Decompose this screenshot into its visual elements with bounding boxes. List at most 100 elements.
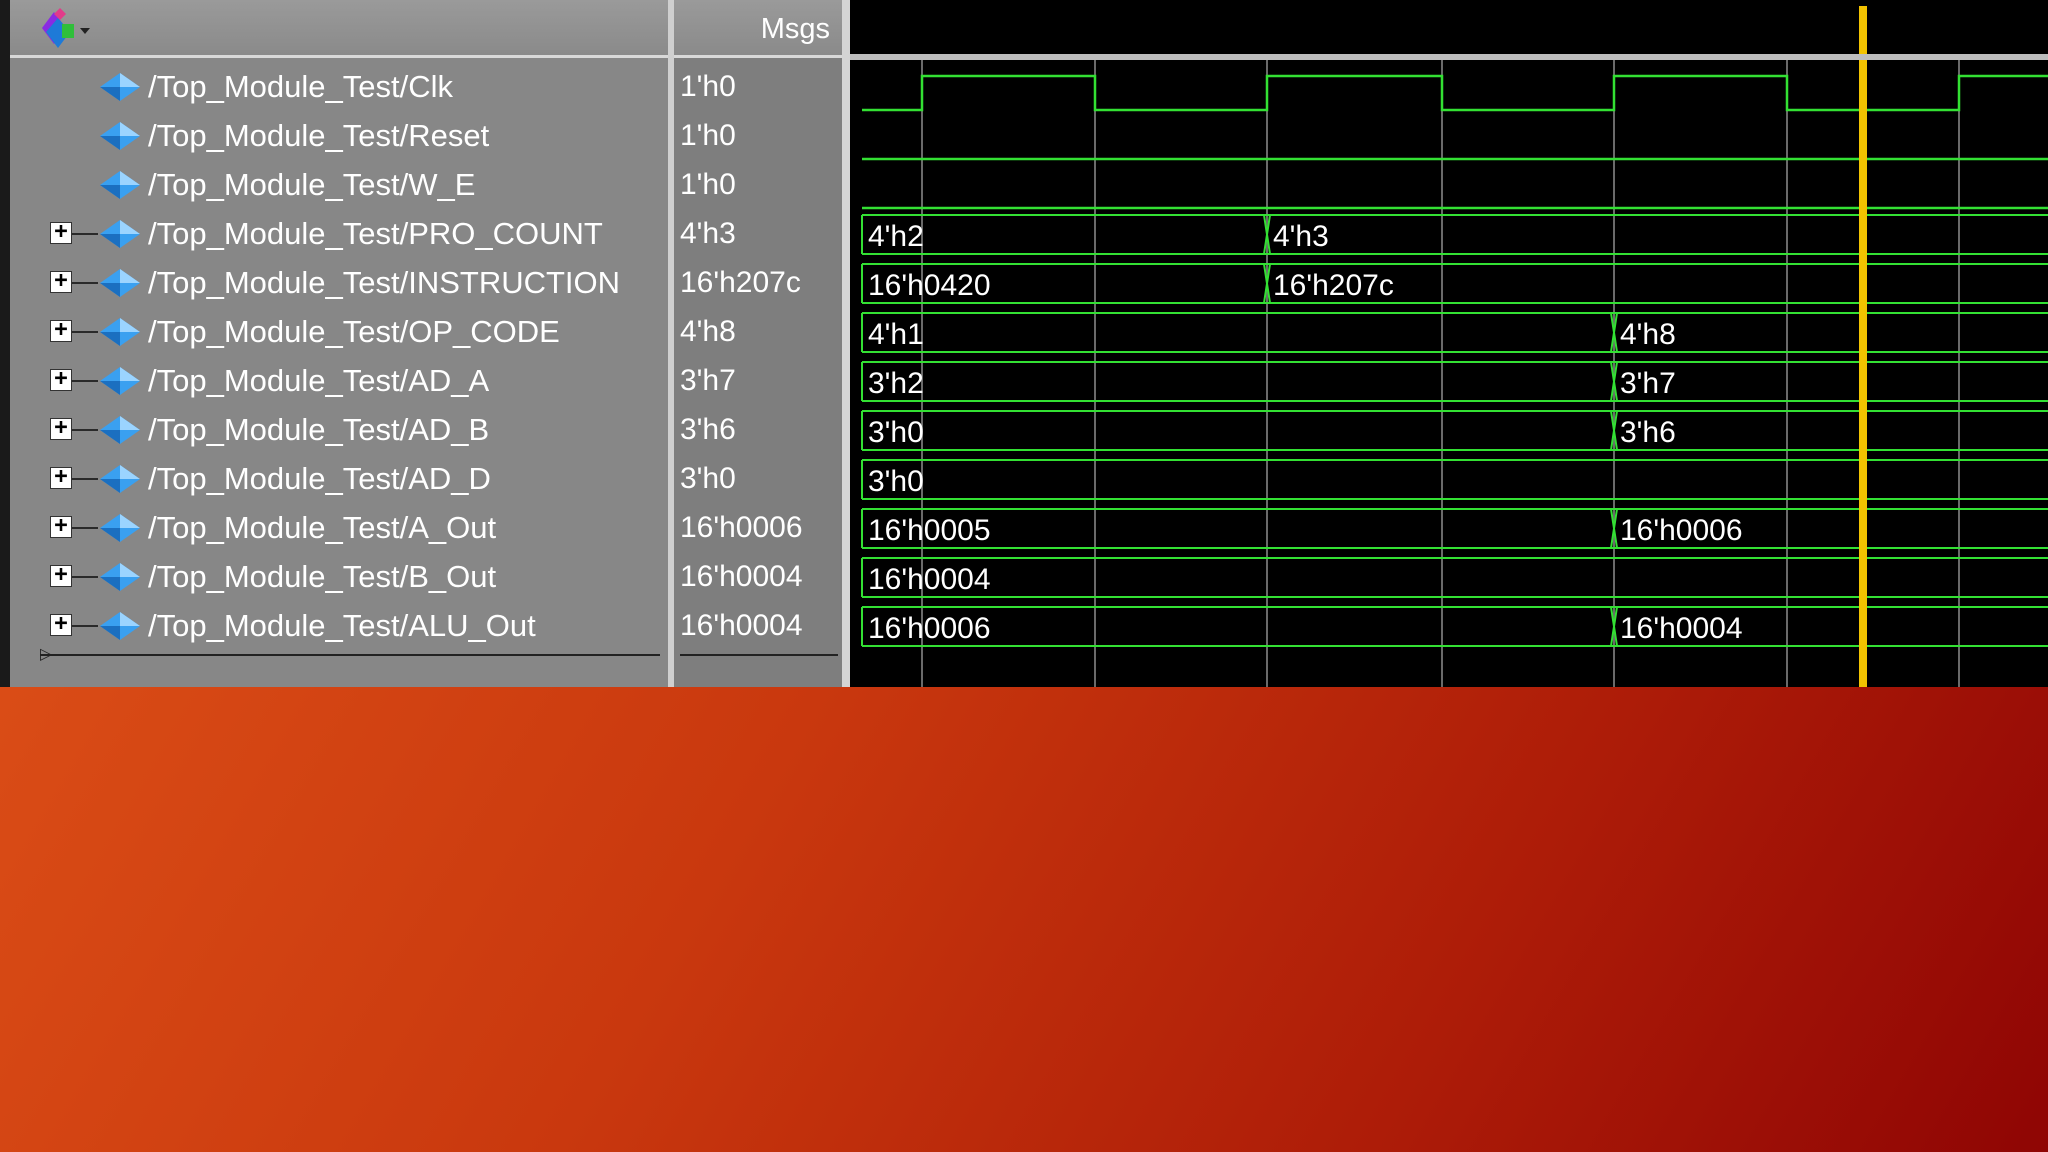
wave-header-divider bbox=[850, 54, 2048, 60]
time-cursor bbox=[1859, 6, 1867, 687]
tree-connector bbox=[72, 331, 98, 333]
signal-name: /Top_Module_Test/B_Out bbox=[148, 559, 497, 594]
bus-value-label: 16'h0004 bbox=[868, 563, 991, 596]
signal-value: 1'h0 bbox=[680, 70, 736, 103]
value-list: 1'h0 1'h0 1'h0 4'h3 16'h207c 4'h8 3'h7 3'h6 3'h0… bbox=[674, 62, 842, 650]
signal-row[interactable]: /Top_Module_Test/W_E bbox=[10, 160, 668, 209]
signal-value: 4'h8 bbox=[680, 315, 736, 348]
insertion-marker-icon: ▷ bbox=[40, 646, 53, 663]
bus-value-label: 3'h0 bbox=[868, 416, 924, 449]
bus-value-label: 16'h0005 bbox=[868, 514, 991, 547]
expand-plus-icon[interactable]: + bbox=[50, 417, 72, 440]
signal-row[interactable]: + /Top_Module_Test/B_Out bbox=[10, 552, 668, 601]
signal-diamond-icon bbox=[100, 465, 140, 493]
signal-value: 4'h3 bbox=[680, 217, 736, 250]
signal-name: /Top_Module_Test/A_Out bbox=[148, 510, 497, 545]
bus-value-label: 3'h0 bbox=[868, 465, 924, 498]
signal-value: 1'h0 bbox=[680, 168, 736, 201]
tree-connector bbox=[72, 478, 98, 480]
signal-diamond-icon bbox=[100, 220, 140, 248]
signal-row[interactable]: + /Top_Module_Test/AD_B bbox=[10, 405, 668, 454]
signal-name: /Top_Module_Test/PRO_COUNT bbox=[148, 216, 603, 251]
value-pane-header: Msgs bbox=[674, 0, 842, 58]
bus-value-label: 16'h0006 bbox=[1620, 514, 1743, 547]
signal-diamond-icon bbox=[100, 318, 140, 346]
bus-value-label: 16'h0420 bbox=[868, 269, 991, 302]
signal-name: /Top_Module_Test/AD_D bbox=[148, 461, 491, 496]
signal-value: 16'h0004 bbox=[680, 609, 803, 642]
signal-name: /Top_Module_Test/Clk bbox=[148, 69, 453, 104]
tree-connector bbox=[72, 429, 98, 431]
tree-connector bbox=[72, 527, 98, 529]
signal-name-pane: /Top_Module_Test/Clk/Top_Module_Test/Res… bbox=[10, 0, 668, 687]
signal-value: 3'h6 bbox=[680, 413, 736, 446]
signal-list: /Top_Module_Test/Clk/Top_Module_Test/Res… bbox=[10, 62, 668, 650]
msgs-label: Msgs bbox=[760, 13, 830, 45]
name-pane-header bbox=[10, 0, 668, 58]
bus-value-label: 16'h0004 bbox=[1620, 612, 1743, 645]
signal-name: /Top_Module_Test/Reset bbox=[148, 118, 490, 153]
expand-plus-icon[interactable]: + bbox=[50, 564, 72, 587]
signal-diamond-icon bbox=[100, 73, 140, 101]
bus-value-label: 4'h2 bbox=[868, 220, 924, 253]
tree-connector bbox=[72, 380, 98, 382]
bus-value-label: 4'h1 bbox=[868, 318, 924, 351]
signal-name: /Top_Module_Test/AD_A bbox=[148, 363, 490, 398]
tree-connector bbox=[72, 233, 98, 235]
list-end-divider bbox=[40, 654, 660, 656]
signal-diamond-icon bbox=[100, 514, 140, 542]
bus-value-label: 3'h7 bbox=[1620, 367, 1676, 400]
bus-value-label: 4'h3 bbox=[1273, 220, 1329, 253]
bus-value-label: 3'h2 bbox=[868, 367, 924, 400]
signal-row[interactable]: /Top_Module_Test/Reset bbox=[10, 111, 668, 160]
signal-name: /Top_Module_Test/W_E bbox=[148, 167, 476, 202]
signal-row[interactable]: /Top_Module_Test/Clk bbox=[10, 62, 668, 111]
expand-plus-icon[interactable]: + bbox=[50, 270, 72, 293]
signal-row[interactable]: + /Top_Module_Test/OP_CODE bbox=[10, 307, 668, 356]
signal-diamond-icon bbox=[100, 367, 140, 395]
signal-row[interactable]: + /Top_Module_Test/AD_A bbox=[10, 356, 668, 405]
tree-connector bbox=[72, 576, 98, 578]
wave-window: /Top_Module_Test/Clk/Top_Module_Test/Res… bbox=[0, 0, 2048, 687]
signal-diamond-icon bbox=[100, 122, 140, 150]
waveform-pane[interactable]: 4'h2 4'h3 16'h0420 16'h207c 4'h1 4'h8 3'h2 3'h7… bbox=[850, 0, 2048, 687]
signal-row[interactable]: + /Top_Module_Test/ALU_Out bbox=[10, 601, 668, 650]
signal-diamond-icon bbox=[100, 563, 140, 591]
signal-value: 1'h0 bbox=[680, 119, 736, 152]
signal-value: 16'h0006 bbox=[680, 511, 803, 544]
tree-connector bbox=[72, 625, 98, 627]
expand-plus-icon[interactable]: + bbox=[50, 515, 72, 538]
signal-name: /Top_Module_Test/INSTRUCTION bbox=[148, 265, 621, 300]
signal-value: 16'h0004 bbox=[680, 560, 803, 593]
signal-row[interactable]: + /Top_Module_Test/A_Out bbox=[10, 503, 668, 552]
signal-value: 3'h7 bbox=[680, 364, 736, 397]
signal-row[interactable]: + /Top_Module_Test/PRO_COUNT bbox=[10, 209, 668, 258]
waveform-canvas[interactable]: 4'h2 4'h3 16'h0420 16'h207c 4'h1 4'h8 3'h2 3'h7… bbox=[850, 0, 2048, 687]
value-pane: Msgs 1'h0 1'h0 1'h0 4'h3 16'h207c 4'h8 3'h7 3'h… bbox=[674, 0, 842, 687]
expand-plus-icon[interactable]: + bbox=[50, 613, 72, 636]
bus-value-label: 3'h6 bbox=[1620, 416, 1676, 449]
signal-name: /Top_Module_Test/ALU_Out bbox=[148, 608, 536, 643]
signal-row[interactable]: + /Top_Module_Test/AD_D bbox=[10, 454, 668, 503]
bus-value-label: 4'h8 bbox=[1620, 318, 1676, 351]
wave-signal-icon[interactable] bbox=[32, 6, 92, 52]
signal-row[interactable]: + /Top_Module_Test/INSTRUCTION bbox=[10, 258, 668, 307]
expand-plus-icon[interactable]: + bbox=[50, 466, 72, 489]
signal-diamond-icon bbox=[100, 416, 140, 444]
signal-value: 3'h0 bbox=[680, 462, 736, 495]
tree-connector bbox=[72, 282, 98, 284]
signal-diamond-icon bbox=[100, 269, 140, 297]
signal-diamond-icon bbox=[100, 171, 140, 199]
signal-value: 16'h207c bbox=[680, 266, 801, 299]
pane-splitter[interactable] bbox=[842, 0, 850, 687]
signal-name: /Top_Module_Test/AD_B bbox=[148, 412, 490, 447]
chevron-down-icon[interactable] bbox=[80, 28, 90, 34]
bus-value-label: 16'h0006 bbox=[868, 612, 991, 645]
bus-value-label: 16'h207c bbox=[1273, 269, 1394, 302]
clk-waveform bbox=[862, 74, 2048, 112]
expand-plus-icon[interactable]: + bbox=[50, 319, 72, 342]
signal-diamond-icon bbox=[100, 612, 140, 640]
expand-plus-icon[interactable]: + bbox=[50, 221, 72, 244]
value-end-divider bbox=[680, 654, 838, 656]
expand-plus-icon[interactable]: + bbox=[50, 368, 72, 391]
